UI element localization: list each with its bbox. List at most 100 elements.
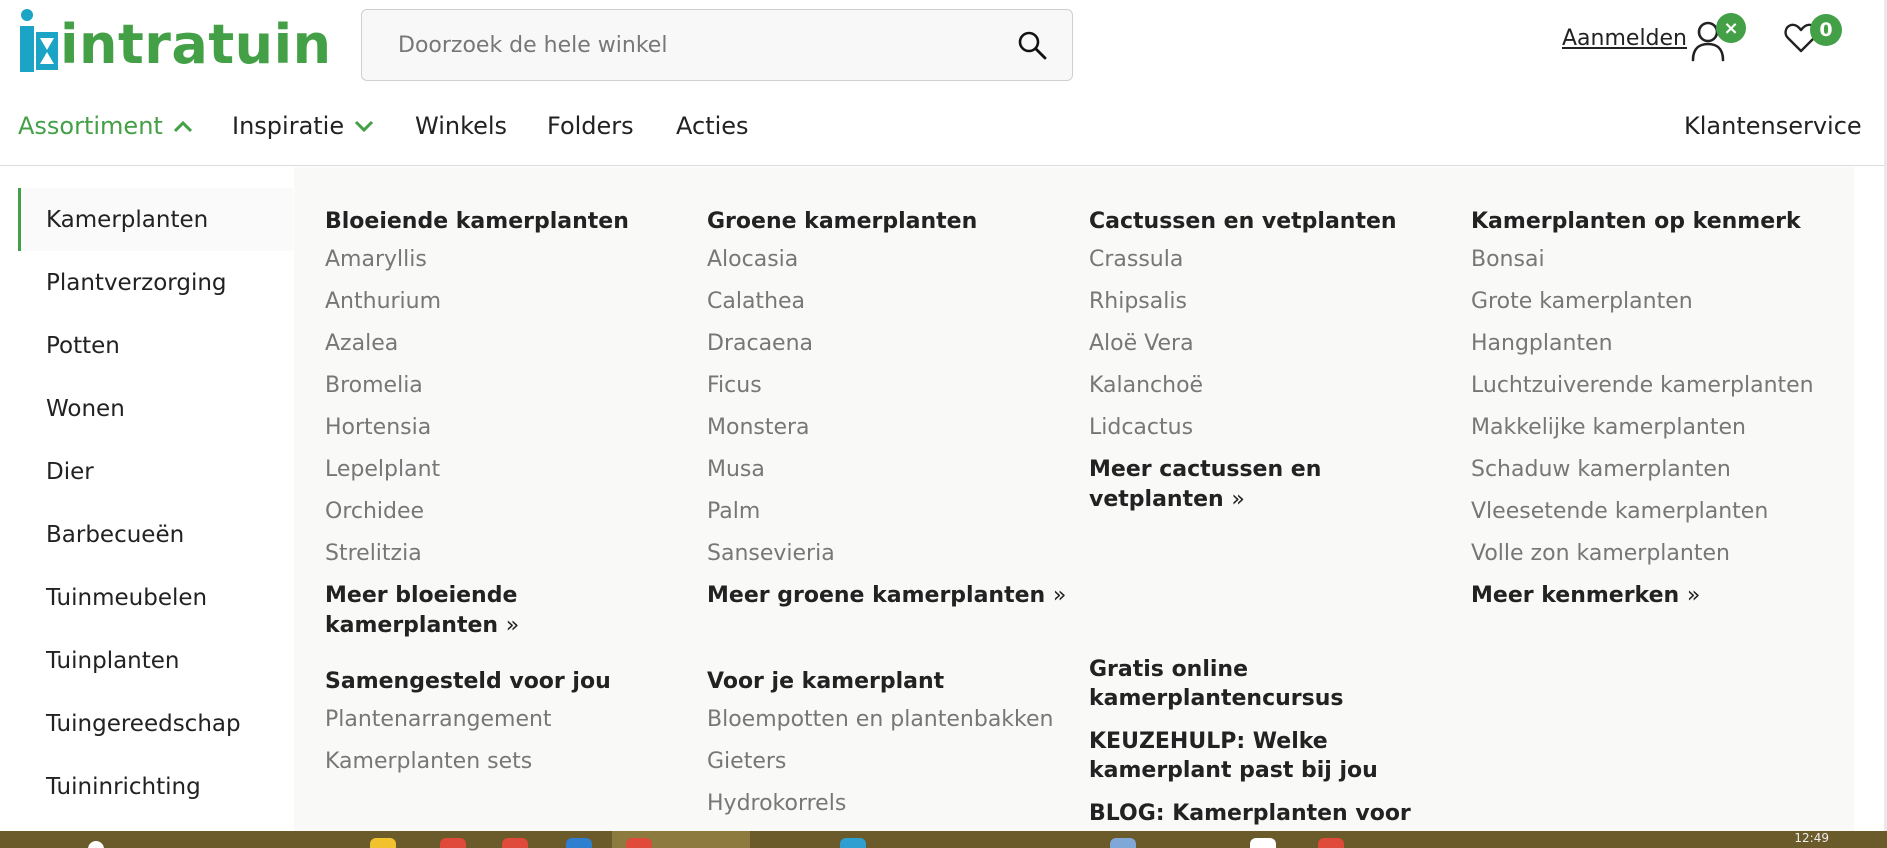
menu-link[interactable]: Amaryllis [325,245,685,287]
menu-link[interactable]: Kalanchoë [1089,371,1449,413]
menu-link[interactable]: Sansevieria [707,539,1067,581]
menu-link[interactable]: Kamerplanten sets [325,747,685,789]
nav-assortiment[interactable]: Assortiment [18,112,193,140]
taskbar-app-icon[interactable] [1318,838,1344,848]
menu-column-groene: Groene kamerplanten Alocasia Calathea Dr… [707,207,1067,623]
raquo-icon: » [1052,583,1067,608]
menu-link[interactable]: Bonsai [1471,245,1851,287]
menu-link[interactable]: Lepelplant [325,455,685,497]
menu-more-label: Meer bloeiende kamerplanten [325,583,518,638]
menu-link[interactable]: Alocasia [707,245,1067,287]
menu-link[interactable]: Vleesetende kamerplanten [1471,497,1851,539]
menu-link[interactable]: Crassula [1089,245,1449,287]
login-link[interactable]: Aanmelden [1562,26,1687,51]
menu-link[interactable]: Rhipsalis [1089,287,1449,329]
menu-link[interactable]: Strelitzia [325,539,685,581]
menu-more-link[interactable]: Meer bloeiende kamerplanten » [325,581,685,638]
sidebar-item-tuinplanten[interactable]: Tuinplanten [18,629,293,692]
taskbar-start-icon[interactable] [88,841,104,848]
menu-link[interactable]: Grote kamerplanten [1471,287,1851,329]
menu-link[interactable]: Lidcactus [1089,413,1449,455]
menu-heading[interactable]: Cactussen en vetplanten [1089,207,1449,237]
wishlist-count-badge: 0 [1810,14,1842,46]
taskbar-folder-icon[interactable] [370,838,396,848]
menu-link[interactable]: Calathea [707,287,1067,329]
menu-link[interactable]: Orchidee [325,497,685,539]
feature-link-cursus[interactable]: Gratis online kamerplantencursus [1089,655,1469,713]
menu-link[interactable]: Palm [707,497,1067,539]
menu-link[interactable]: Hortensia [325,413,685,455]
menu-link[interactable]: Bromelia [325,371,685,413]
menu-link[interactable]: Volle zon kamerplanten [1471,539,1851,581]
search-input[interactable] [362,10,992,80]
menu-more-label: Meer groene kamerplanten [707,583,1046,608]
logo-figure-icon [18,8,60,74]
menu-heading[interactable]: Kamerplanten op kenmerk [1471,207,1851,237]
sidebar-item-potten[interactable]: Potten [18,314,293,377]
nav-acties[interactable]: Acties [676,112,749,140]
menu-link[interactable]: Anthurium [325,287,685,329]
taskbar-app-icon[interactable] [566,838,592,848]
menu-link[interactable]: Hangplanten [1471,329,1851,371]
menu-link[interactable]: Luchtzuiverende kamerplanten [1471,371,1851,413]
taskbar-app-icon[interactable] [840,838,866,848]
menu-link[interactable]: Aloë Vera [1089,329,1449,371]
menu-link[interactable]: Ficus [707,371,1067,413]
search-bar [361,9,1073,81]
nav-folders[interactable]: Folders [547,112,634,140]
feature-link-blog[interactable]: BLOG: Kamerplanten voor [1089,799,1469,828]
nav-winkels[interactable]: Winkels [415,112,507,140]
taskbar-browser-icon[interactable] [440,838,466,848]
menu-column-samengesteld: Samengesteld voor jou Plantenarrangement… [325,667,685,789]
menu-heading[interactable]: Voor je kamerplant [707,667,1067,697]
menu-link[interactable]: Plantenarrangement [325,705,685,747]
sidebar-item-plantverzorging[interactable]: Plantverzorging [18,251,293,314]
taskbar-app-icon[interactable] [502,838,528,848]
menu-link[interactable]: Monstera [707,413,1067,455]
page: intratuin Aanmelden × 0 Assortiment [0,0,1887,848]
taskbar-app-icon[interactable] [1110,838,1136,848]
intratuin-logo[interactable]: intratuin [18,6,332,76]
sidebar-item-tuingereedschap[interactable]: Tuingereedschap [18,692,293,755]
sidebar-item-dier[interactable]: Dier [18,440,293,503]
menu-link[interactable]: Makkelijke kamerplanten [1471,413,1851,455]
nav-inspiratie-label: Inspiratie [232,112,345,140]
menu-link[interactable]: Bloempotten en plantenbakken [707,705,1067,747]
menu-heading[interactable]: Bloeiende kamerplanten [325,207,685,237]
taskbar-chrome-icon[interactable] [626,838,652,848]
taskbar-app-icon[interactable] [1250,838,1276,848]
menu-column-cactussen: Cactussen en vetplanten Crassula Rhipsal… [1089,207,1449,512]
sidebar-item-barbecueen[interactable]: Barbecueën [18,503,293,566]
menu-link[interactable]: Hydrokorrels [707,789,1067,831]
menu-link[interactable]: Azalea [325,329,685,371]
chevron-up-icon [173,120,192,133]
menu-column-kenmerk: Kamerplanten op kenmerk Bonsai Grote kam… [1471,207,1851,623]
menu-more-link[interactable]: Meer cactussen en vetplanten » [1089,455,1449,512]
menu-heading[interactable]: Samengesteld voor jou [325,667,685,697]
sidebar-item-tuininrichting[interactable]: Tuininrichting [18,755,293,818]
category-sidebar: Kamerplanten Plantverzorging Potten Wone… [18,188,293,818]
menu-column-voorje: Voor je kamerplant Bloempotten en plante… [707,667,1067,831]
nav-klantenservice[interactable]: Klantenservice [1684,112,1862,140]
menu-link[interactable]: Musa [707,455,1067,497]
menu-link[interactable]: Dracaena [707,329,1067,371]
os-taskbar: 12:49 [0,831,1887,848]
sidebar-item-kamerplanten[interactable]: Kamerplanten [18,188,293,251]
raquo-icon: » [1686,583,1701,608]
logo-text: intratuin [60,13,332,76]
feature-link-keuzehulp[interactable]: KEUZEHULP: Welke kamerplant past bij jou [1089,727,1469,785]
raquo-icon: » [1231,487,1245,512]
menu-more-label: Meer cactussen en vetplanten [1089,457,1322,512]
nav-inspiratie[interactable]: Inspiratie [232,112,374,140]
menu-more-link[interactable]: Meer groene kamerplanten » [707,581,1067,623]
nav-assortiment-label: Assortiment [18,112,163,140]
menu-more-label: Meer kenmerken [1471,583,1680,608]
menu-link[interactable]: Schaduw kamerplanten [1471,455,1851,497]
mega-menu-panel: Bloeiende kamerplanten Amaryllis Anthuri… [294,167,1854,833]
sidebar-item-tuinmeubelen[interactable]: Tuinmeubelen [18,566,293,629]
menu-link[interactable]: Gieters [707,747,1067,789]
menu-heading[interactable]: Groene kamerplanten [707,207,1067,237]
menu-more-link[interactable]: Meer kenmerken » [1471,581,1851,623]
sidebar-item-wonen[interactable]: Wonen [18,377,293,440]
search-button[interactable] [992,10,1072,80]
